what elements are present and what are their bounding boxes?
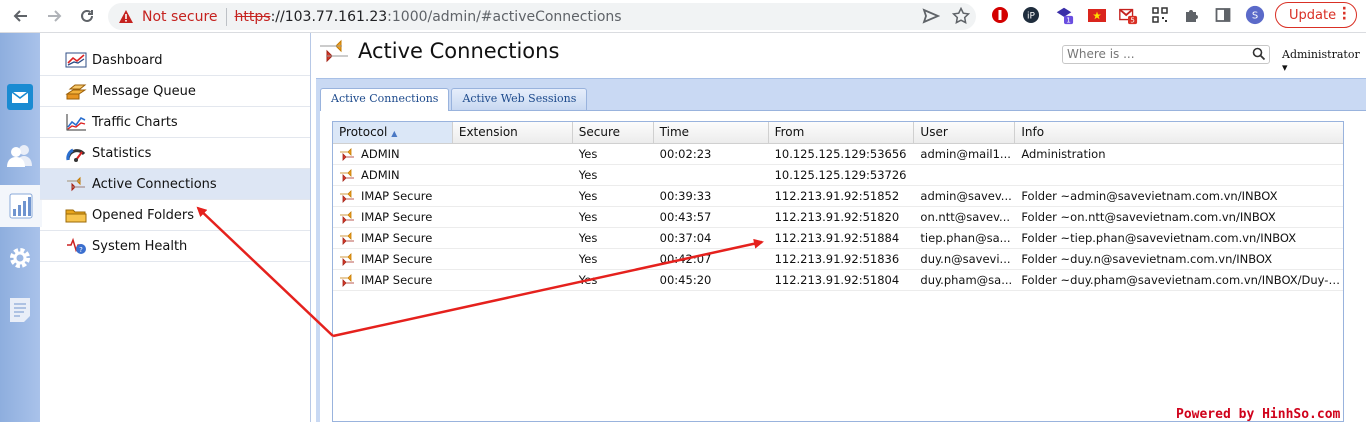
annotation-arrows	[196, 206, 764, 338]
annotation-arrow-to-table	[332, 238, 764, 338]
annotation-arrow-to-nav	[196, 206, 334, 337]
watermark: Powered by HinhSo.com	[1176, 407, 1341, 422]
